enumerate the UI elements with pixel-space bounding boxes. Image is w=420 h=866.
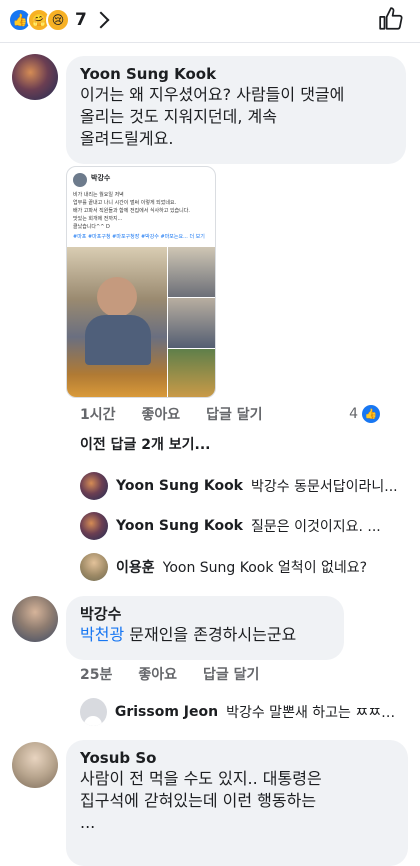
avatar[interactable] — [12, 596, 58, 642]
comment-reaction-count[interactable]: 4 👍 — [349, 405, 406, 423]
comment-text-line: 올리는 것도 지워지던데, 계속 — [80, 107, 277, 126]
reply-item[interactable]: 이용훈 Yoon Sung Kook 얼척이 없네요? — [80, 553, 400, 581]
reply-text: 박강수 동문서답이라니... — [251, 479, 398, 495]
photo-bottom-right — [168, 349, 215, 397]
comment-actions: 1시간 좋아요 답글 달기 4 👍 — [80, 404, 406, 424]
attachment-author: 박강수 — [91, 174, 111, 182]
comment-text-line: ... — [80, 813, 96, 832]
reaction-count: 7 — [75, 10, 87, 30]
avatar[interactable] — [12, 54, 58, 100]
comment-time: 25분 — [80, 667, 113, 683]
reply-author[interactable]: Yoon Sung Kook — [116, 478, 243, 494]
comment-text: 박천광 문재인을 존경하시는군요 — [80, 625, 297, 644]
like-action[interactable]: 좋아요 — [142, 404, 181, 424]
reply-action[interactable]: 답글 달기 — [206, 404, 262, 424]
comment-text-line: 이거는 왜 지우셨어요? 사람들이 댓글에 — [80, 85, 345, 104]
photo-mid-right — [168, 298, 215, 348]
comment-author[interactable]: Yosub So — [80, 748, 394, 768]
like-button-icon[interactable] — [378, 6, 404, 32]
comment-text-line: 올려드릴게요. — [80, 129, 174, 148]
avatar — [80, 472, 108, 500]
reply-item[interactable]: Yoon Sung Kook 박강수 동문서답이라니... — [80, 472, 400, 500]
like-action[interactable]: 좋아요 — [138, 664, 177, 684]
attachment-avatar — [73, 173, 87, 187]
reply-author[interactable]: 이용훈 — [116, 557, 155, 577]
avatar — [80, 698, 107, 726]
reactions-summary[interactable]: 👍 🤗 😢 7 — [8, 6, 110, 34]
divider — [0, 42, 420, 43]
comment-bubble: 박강수 박천광 문재인을 존경하시는군요 — [66, 596, 344, 660]
comment-text-line: 집구석에 갇혀있는데 이런 행동하는 — [80, 791, 317, 810]
mention-link[interactable]: 박천광 — [80, 625, 124, 644]
comment-author[interactable]: Yoon Sung Kook — [80, 64, 392, 84]
like-icon: 👍 — [362, 405, 380, 423]
comment-text-line: 사람이 전 먹을 수도 있지.. 대통령은 — [80, 769, 322, 788]
comment-bubble: Yoon Sung Kook 이거는 왜 지우셨어요? 사람들이 댓글에 올리는… — [66, 56, 406, 164]
reply-author[interactable]: Grissom Jeon — [115, 704, 218, 720]
reply-item[interactable]: Yoon Sung Kook 질문은 이것이지요. ... — [80, 512, 400, 540]
attachment-caption: 비가 내리는 월요일 저녁 업무를 끝내고 나니 시간이 벌써 이렇게 되었네요… — [73, 192, 205, 240]
chevron-right-icon — [92, 11, 110, 29]
sad-icon: 😢 — [46, 8, 70, 32]
reply-text: 박강수 말뽄새 하고는 ㅉㅉㅉ... — [226, 705, 400, 721]
comment-attachment-image[interactable]: 박강수 비가 내리는 월요일 저녁 업무를 끝내고 나니 시간이 벌써 이렇게 … — [66, 166, 216, 398]
photo-main — [67, 247, 167, 397]
comment-bubble: Yosub So 사람이 전 먹을 수도 있지.. 대통령은 집구석에 갇혀있는… — [66, 740, 408, 866]
view-previous-replies[interactable]: 이전 답글 2개 보기... — [80, 434, 210, 454]
comment-actions: 25분 좋아요 답글 달기 — [80, 664, 285, 684]
reply-text: 질문은 이것이지요. ... — [251, 519, 381, 535]
photo-top-right — [168, 247, 215, 297]
comment-author[interactable]: 박강수 — [80, 604, 330, 624]
comment-time: 1시간 — [80, 407, 116, 423]
reply-action[interactable]: 답글 달기 — [203, 664, 259, 684]
avatar — [80, 553, 108, 581]
reply-item[interactable]: Grissom Jeon 박강수 말뽄새 하고는 ㅉㅉㅉ... — [80, 698, 400, 726]
reply-author[interactable]: Yoon Sung Kook — [116, 518, 243, 534]
avatar — [80, 512, 108, 540]
reply-text: Yoon Sung Kook 얼척이 없네요? — [162, 560, 368, 576]
avatar[interactable] — [12, 742, 58, 788]
